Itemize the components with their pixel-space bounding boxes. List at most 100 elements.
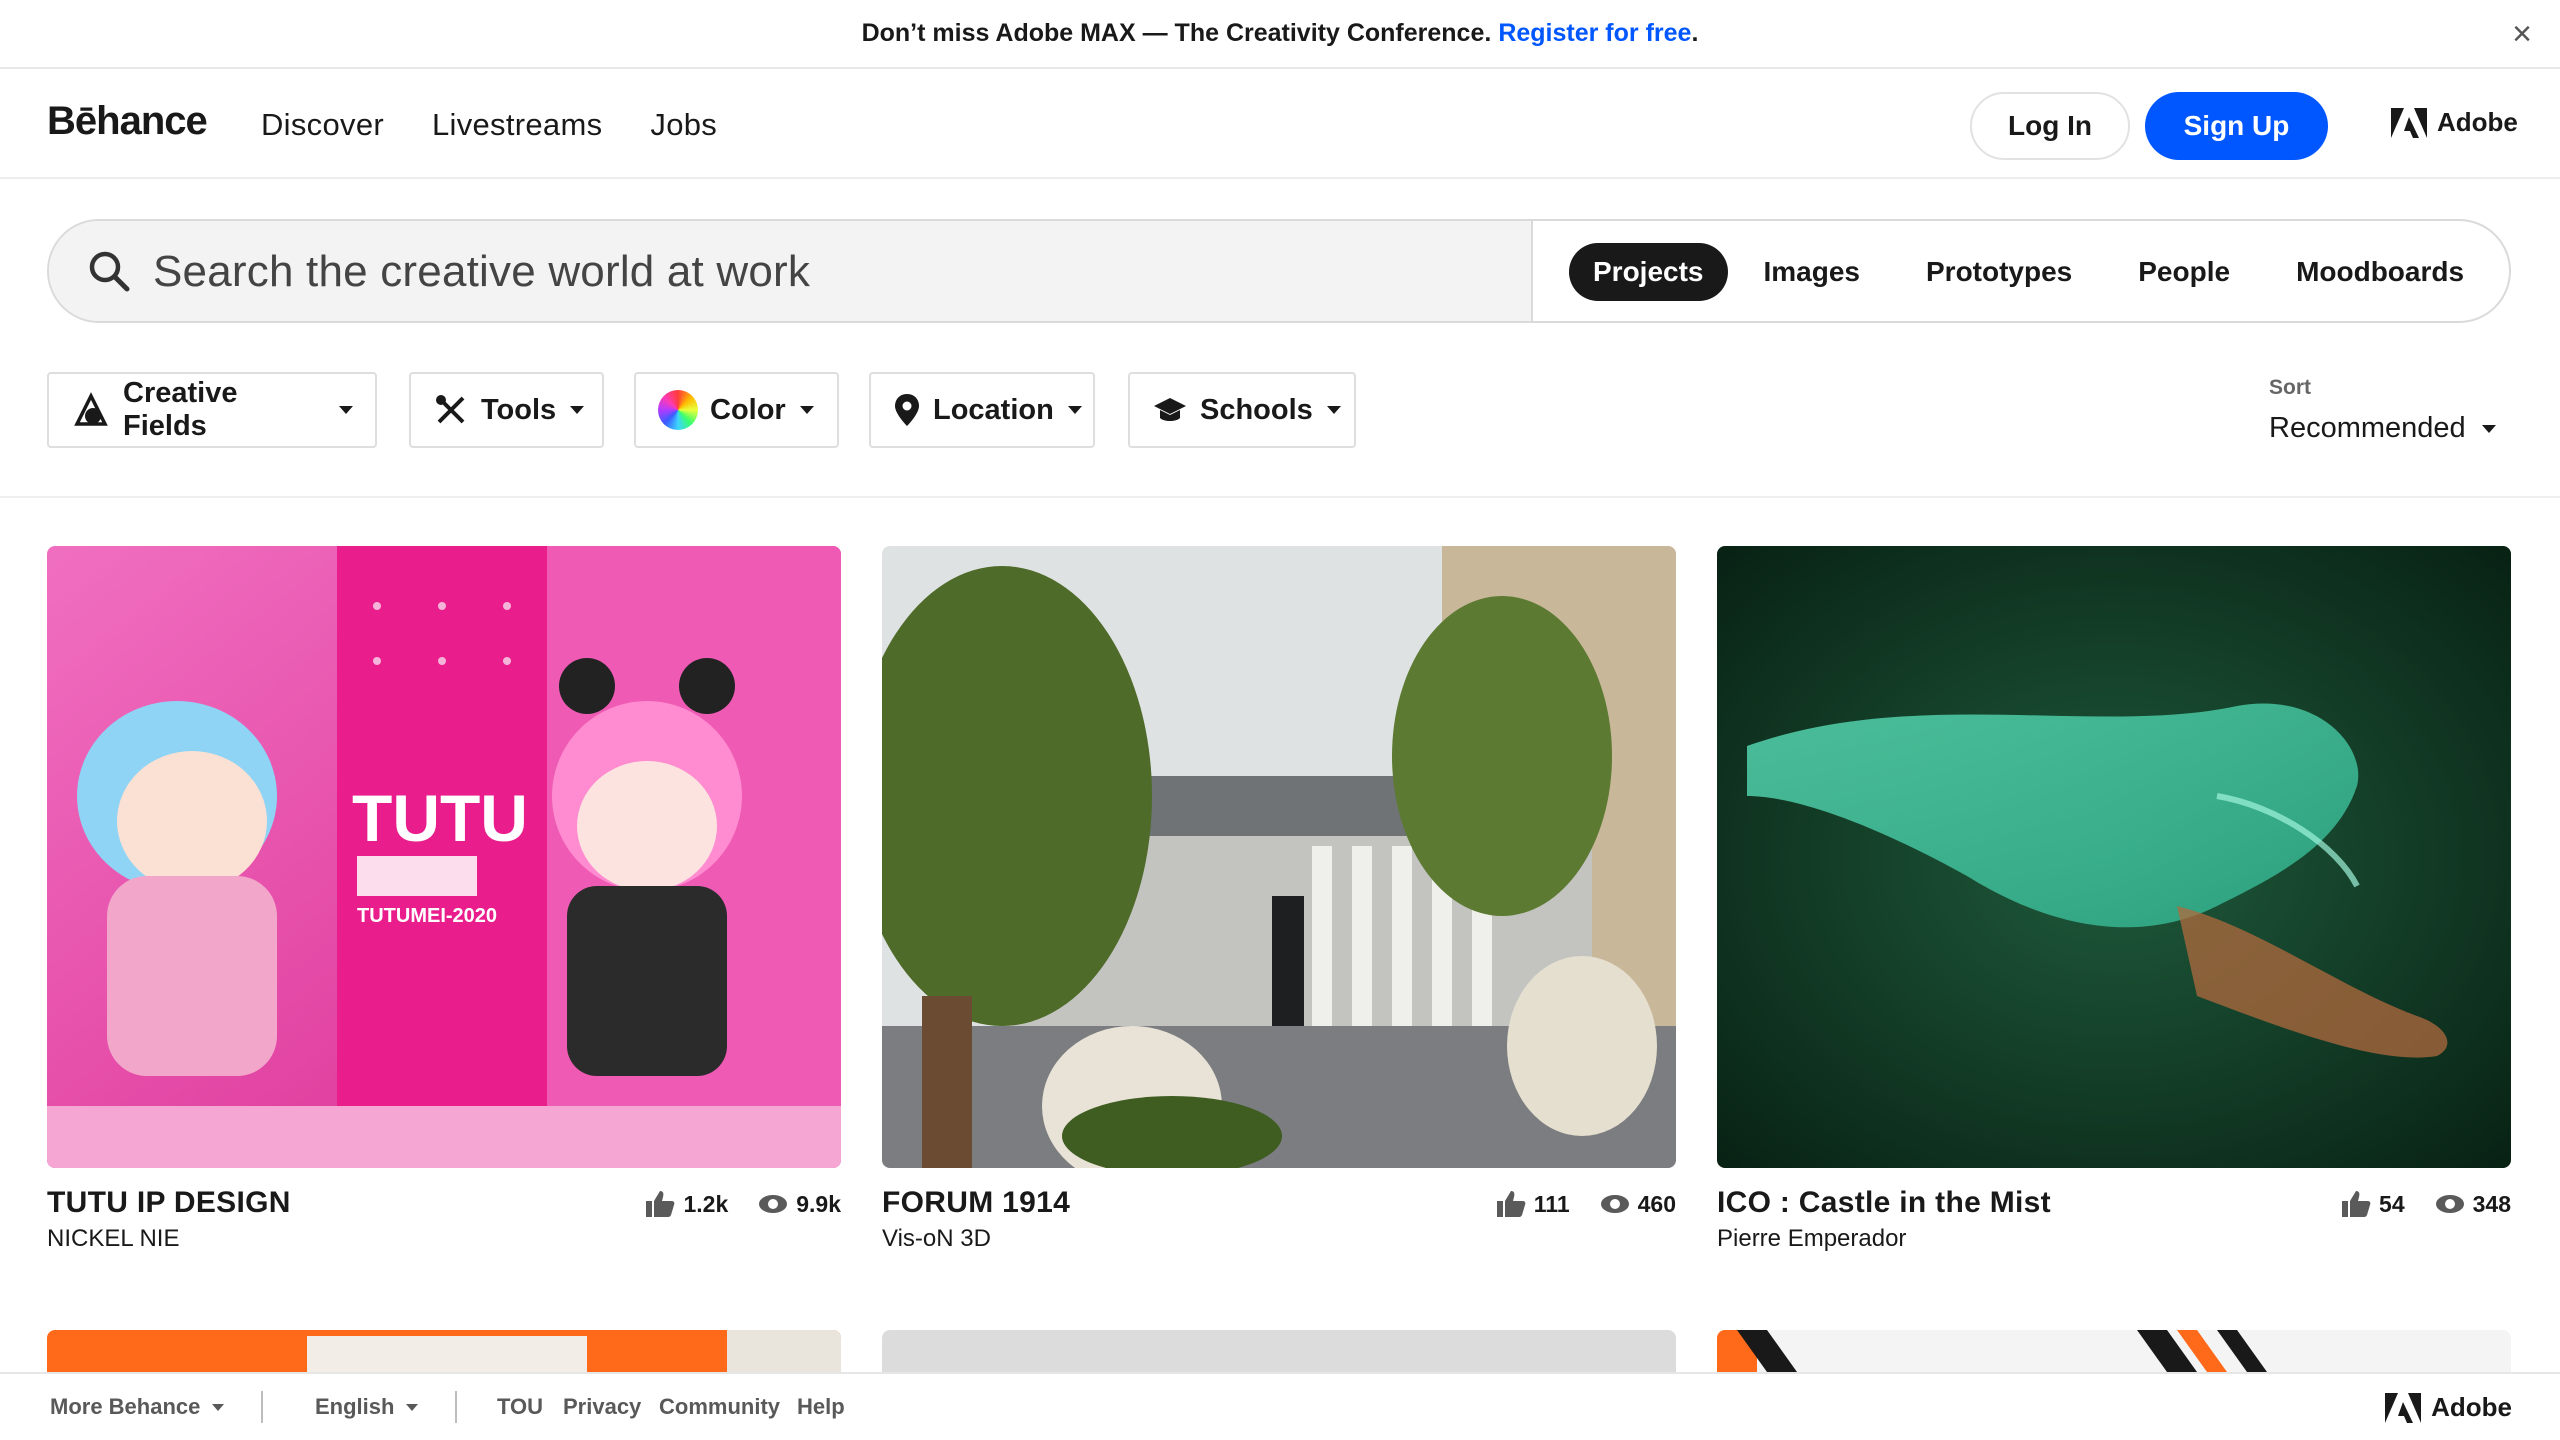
adobe-link[interactable]: Adobe [2391, 107, 2518, 138]
site-header: Bēhance Discover Livestreams Jobs Log In… [0, 69, 2560, 179]
nav-jobs[interactable]: Jobs [650, 107, 717, 143]
tab-people[interactable]: People [2108, 243, 2260, 301]
project-card[interactable]: FORUM 1914 Vis-oN 3D 111 460 [882, 546, 1676, 1258]
graduation-cap-icon [1152, 390, 1188, 430]
thumbs-up-icon [2342, 1191, 2371, 1217]
project-title[interactable]: TUTU IP DESIGN [47, 1186, 291, 1220]
likes-count: 111 [1533, 1190, 1570, 1217]
tab-projects[interactable]: Projects [1569, 243, 1728, 301]
project-stats: 54 348 [2341, 1190, 2511, 1218]
chevron-down-icon [212, 1403, 225, 1411]
behance-page: Don’t miss Adobe MAX — The Creativity Co… [0, 0, 2560, 1440]
location-label: Location [933, 393, 1054, 426]
views-count: 348 [2472, 1190, 2511, 1217]
eye-icon [759, 1195, 788, 1213]
project-thumbnail[interactable] [47, 1330, 841, 1372]
color-label: Color [710, 393, 786, 426]
project-title[interactable]: FORUM 1914 [882, 1186, 1070, 1220]
project-thumbnail[interactable] [882, 1330, 1676, 1372]
chevron-down-icon [1326, 406, 1341, 414]
search-type-tabs: Projects Images Prototypes People Moodbo… [1569, 243, 2500, 301]
project-stats: 1.2k 9.9k [645, 1190, 841, 1218]
project-title[interactable]: ICO : Castle in the Mist [1717, 1186, 2051, 1220]
likes-count: 1.2k [683, 1190, 729, 1217]
more-behance-dropdown[interactable]: More Behance [50, 1394, 225, 1420]
project-cover-image [47, 1330, 841, 1372]
search-bar: Search the creative world at work Projec… [47, 219, 2511, 323]
project-thumbnail[interactable] [882, 546, 1676, 1168]
eye-icon [1600, 1195, 1629, 1213]
register-link[interactable]: Register for free [1498, 19, 1691, 48]
behance-logo[interactable]: Bēhance [47, 99, 208, 144]
likes-count: 54 [2379, 1190, 2405, 1217]
color-filter[interactable]: Color [634, 372, 839, 448]
search-input[interactable]: Search the creative world at work [49, 221, 1533, 321]
tools-label: Tools [481, 393, 557, 426]
adobe-label: Adobe [2431, 1392, 2512, 1422]
project-thumbnail[interactable] [1717, 1330, 2511, 1372]
footer-link-help[interactable]: Help [797, 1394, 845, 1420]
svg-text:TUTUMEI-2020: TUTUMEI-2020 [357, 905, 497, 927]
footer-link-tou[interactable]: TOU [497, 1394, 543, 1420]
project-owner[interactable]: NICKEL NIE [47, 1225, 179, 1253]
views-count: 9.9k [796, 1190, 841, 1217]
sort-control[interactable]: Sort Recommended [2269, 376, 2496, 445]
schools-filter[interactable]: Schools [1128, 372, 1356, 448]
adobe-logo-icon [2391, 107, 2427, 138]
project-stats: 111 460 [1496, 1190, 1676, 1218]
footer-link-privacy[interactable]: Privacy [563, 1394, 641, 1420]
adobe-footer-link[interactable]: Adobe [2385, 1392, 2512, 1423]
adobe-label: Adobe [2437, 107, 2518, 137]
project-card[interactable]: TUTU TUTUMEI-2020 TUTU IP DESIGN NICKEL … [47, 546, 841, 1258]
close-banner-icon[interactable]: × [2506, 17, 2538, 51]
tools-icon [433, 390, 469, 430]
sort-value: Recommended [2269, 412, 2466, 444]
project-owner[interactable]: Vis-oN 3D [882, 1225, 991, 1253]
language-label: English [315, 1394, 395, 1419]
creative-fields-filter[interactable]: Creative Fields [47, 372, 377, 448]
adobe-logo-icon [2385, 1392, 2422, 1423]
creative-fields-label: Creative Fields [123, 377, 238, 442]
language-dropdown[interactable]: English [315, 1394, 419, 1420]
chevron-down-icon [2481, 424, 2496, 433]
location-pin-icon [893, 390, 921, 430]
project-cover-image [882, 1330, 1676, 1372]
project-cover-image [882, 546, 1676, 1168]
thumbs-up-icon [646, 1191, 675, 1217]
color-wheel-icon [658, 390, 698, 430]
project-owner[interactable]: Pierre Emperador [1717, 1225, 1906, 1253]
signup-button[interactable]: Sign Up [2145, 92, 2328, 160]
chevron-down-icon [570, 406, 585, 414]
project-thumbnail[interactable] [1717, 546, 2511, 1168]
main-nav: Discover Livestreams Jobs [261, 107, 717, 143]
project-card[interactable]: ICO : Castle in the Mist Pierre Emperado… [1717, 546, 2511, 1258]
site-footer: More Behance English TOU Privacy Communi… [0, 1372, 2560, 1440]
chevron-down-icon [339, 406, 353, 414]
tab-moodboards[interactable]: Moodboards [2266, 243, 2494, 301]
eye-icon [2435, 1195, 2464, 1213]
svg-text:TUTU: TUTU [352, 781, 528, 855]
login-button[interactable]: Log In [1970, 92, 2130, 160]
tools-filter[interactable]: Tools [409, 372, 604, 448]
footer-divider [455, 1391, 457, 1423]
search-placeholder: Search the creative world at work [153, 247, 811, 296]
search-icon [89, 251, 130, 292]
chevron-down-icon [799, 406, 814, 414]
project-cover-image [1717, 546, 2511, 1168]
project-thumbnail[interactable]: TUTU TUTUMEI-2020 [47, 546, 841, 1168]
banner-period: . [1691, 19, 1699, 47]
thumbs-up-icon [1496, 1191, 1526, 1217]
tab-images[interactable]: Images [1734, 243, 1891, 301]
promo-banner: Don’t miss Adobe MAX — The Creativity Co… [0, 0, 2560, 69]
location-filter[interactable]: Location [869, 372, 1095, 448]
footer-link-community[interactable]: Community [659, 1394, 780, 1420]
creative-fields-icon [71, 390, 111, 430]
project-cover-image: TUTU TUTUMEI-2020 [47, 546, 841, 1168]
tab-prototypes[interactable]: Prototypes [1896, 243, 2102, 301]
nav-discover[interactable]: Discover [261, 107, 384, 143]
nav-livestreams[interactable]: Livestreams [432, 107, 602, 143]
sort-dropdown[interactable]: Recommended [2269, 412, 2496, 445]
chevron-down-icon [406, 1403, 419, 1411]
chevron-down-icon [1067, 406, 1082, 414]
more-behance-label: More Behance [50, 1394, 201, 1419]
